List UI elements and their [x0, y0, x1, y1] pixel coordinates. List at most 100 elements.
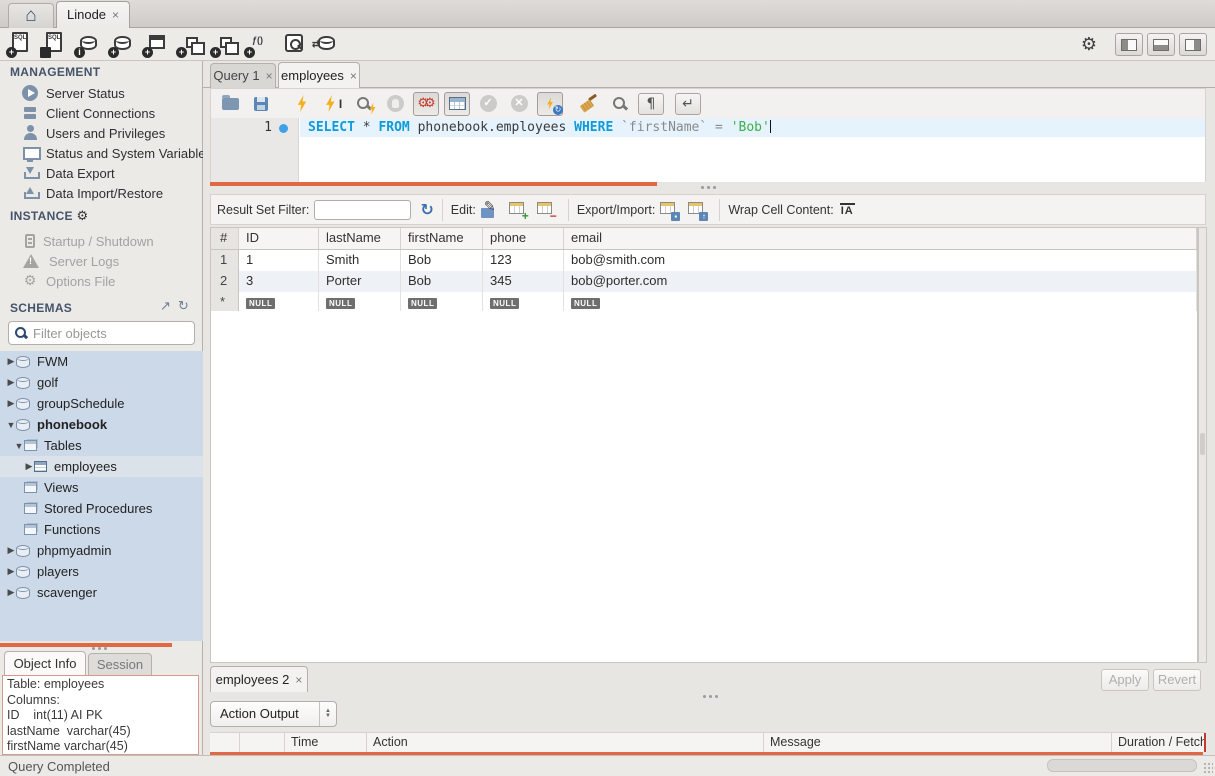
sidebar-item-data-export[interactable]: Data Export	[0, 163, 203, 183]
tree-item-schema[interactable]: ▶ groupSchedule	[0, 393, 203, 414]
chevron-right-icon[interactable]: ▶	[24, 461, 34, 472]
spinner-arrows-icon[interactable]: ▲▼	[319, 702, 336, 726]
chevron-down-icon[interactable]: ▼	[14, 441, 24, 451]
action-output-column[interactable]: Action	[367, 733, 764, 752]
chevron-right-icon[interactable]: ▶	[6, 587, 16, 598]
grid-header-cell[interactable]: lastName	[319, 228, 401, 249]
action-output-column[interactable]: Message	[764, 733, 1112, 752]
sql-code-line[interactable]: SELECT * FROM phonebook.employees WHERE …	[300, 118, 1205, 137]
grid-cell[interactable]: 1	[239, 250, 319, 271]
tree-item-schema[interactable]: ▶ players	[0, 561, 203, 582]
grid-header-cell[interactable]: email	[564, 228, 1197, 249]
toggle-left-panel-button[interactable]	[1115, 33, 1143, 56]
tree-item-table-employees[interactable]: ▶ employees	[0, 456, 203, 477]
grid-cell[interactable]: bob@smith.com	[564, 250, 1197, 271]
grid-header-cell[interactable]: #	[211, 228, 239, 249]
close-icon[interactable]: ×	[112, 8, 119, 22]
sidebar-item-users-privileges[interactable]: Users and Privileges	[0, 123, 203, 143]
create-schema-button[interactable]: +	[108, 31, 138, 57]
tab-session[interactable]: Session	[88, 653, 152, 676]
toggle-stop-on-error-button[interactable]: ⚙⚙	[413, 92, 439, 116]
grid-cell[interactable]: NULL	[239, 292, 319, 311]
close-icon[interactable]: ×	[266, 69, 273, 83]
import-records-button[interactable]: ↑	[686, 201, 708, 219]
toggle-invisible-characters-button[interactable]: ¶	[638, 93, 664, 115]
rollback-button[interactable]: ✕	[506, 92, 532, 116]
stop-query-button[interactable]	[382, 92, 408, 116]
grid-row[interactable]: 2 3 Porter Bob 345 bob@porter.com	[211, 271, 1197, 292]
grid-cell[interactable]: NULL	[564, 292, 1197, 311]
revert-button[interactable]: Revert	[1153, 669, 1201, 691]
grid-cell[interactable]: Porter	[319, 271, 401, 292]
grid-header-cell[interactable]: phone	[483, 228, 564, 249]
sidebar-item-options-file[interactable]: ⚙ Options File	[0, 271, 203, 291]
insert-row-button[interactable]: +	[507, 201, 529, 219]
toggle-word-wrap-button[interactable]: ↵	[675, 93, 701, 115]
action-output-selector[interactable]: Action Output ▲▼	[210, 701, 337, 727]
tree-item-schema[interactable]: ▶ golf	[0, 372, 203, 393]
apply-button[interactable]: Apply	[1101, 669, 1149, 691]
edit-cell-button[interactable]: ✎	[479, 201, 501, 219]
chevron-right-icon[interactable]: ▶	[6, 398, 16, 409]
sidebar-item-server-status[interactable]: Server Status	[0, 83, 203, 103]
tree-item-schema[interactable]: ▶ scavenger	[0, 582, 203, 603]
splitter-grip[interactable]	[701, 186, 716, 189]
sql-editor[interactable]: 1 SELECT * FROM phonebook.employees WHER…	[210, 118, 1206, 182]
action-output-column[interactable]: Duration / Fetch	[1112, 733, 1206, 752]
toggle-autocommit-button[interactable]: ↻	[537, 92, 563, 116]
sidebar-item-client-connections[interactable]: Client Connections	[0, 103, 203, 123]
sidebar-item-data-import[interactable]: Data Import/Restore	[0, 183, 203, 203]
find-button[interactable]	[607, 92, 633, 116]
sidebar-item-startup-shutdown[interactable]: Startup / Shutdown	[0, 231, 203, 251]
chevron-right-icon[interactable]: ▶	[6, 377, 16, 388]
tree-item-schema[interactable]: ▶ phpmyadmin	[0, 540, 203, 561]
tree-item-schema[interactable]: ▶ FWM	[0, 351, 203, 372]
chevron-right-icon[interactable]: ▶	[6, 356, 16, 367]
save-script-button[interactable]	[248, 92, 274, 116]
action-output-column[interactable]: Time	[285, 733, 367, 752]
tab-employees-2[interactable]: employees 2×	[210, 666, 308, 692]
search-data-button[interactable]	[278, 31, 308, 57]
grid-cell[interactable]: bob@porter.com	[564, 271, 1197, 292]
open-sql-script-button[interactable]: SQL	[40, 31, 70, 57]
limit-rows-button[interactable]	[444, 92, 470, 116]
tree-item-schema-phonebook[interactable]: ▼ phonebook	[0, 414, 203, 435]
tab-employees[interactable]: employees×	[278, 62, 360, 88]
create-view-button[interactable]: +	[176, 31, 206, 57]
toggle-right-panel-button[interactable]	[1179, 33, 1207, 56]
resize-grip[interactable]	[1203, 762, 1213, 774]
grid-cell[interactable]: 345	[483, 271, 564, 292]
grid-row[interactable]: 1 1 Smith Bob 123 bob@smith.com	[211, 250, 1197, 271]
schema-filter-input[interactable]	[33, 326, 183, 341]
grid-vertical-scrollbar[interactable]	[1198, 227, 1207, 663]
create-function-button[interactable]: ƒ()+	[244, 31, 274, 57]
beautify-script-button[interactable]	[576, 92, 602, 116]
grid-placeholder-row[interactable]: * NULL NULL NULL NULL NULL	[211, 292, 1197, 311]
explain-plan-button[interactable]	[351, 92, 377, 116]
tree-item-tables-folder[interactable]: ▼ Tables	[0, 435, 203, 456]
home-tab[interactable]: ⌂	[8, 3, 54, 28]
horizontal-scrollbar-thumb[interactable]	[1047, 759, 1197, 772]
tab-object-info[interactable]: Object Info	[4, 651, 86, 676]
grid-cell[interactable]: Bob	[401, 250, 483, 271]
grid-cell[interactable]: Bob	[401, 271, 483, 292]
editor-result-splitter[interactable]	[210, 182, 657, 186]
create-routine-button[interactable]: +	[210, 31, 240, 57]
splitter-grip[interactable]	[92, 647, 107, 650]
open-script-button[interactable]	[217, 92, 243, 116]
sidebar-item-server-logs[interactable]: Server Logs	[0, 251, 203, 271]
reconnect-dbms-button[interactable]: ⇄	[312, 31, 342, 57]
tree-item-stored-procedures-folder[interactable]: Stored Procedures	[0, 498, 203, 519]
execute-current-statement-button[interactable]: I	[320, 92, 346, 116]
chevron-right-icon[interactable]: ▶	[6, 566, 16, 577]
splitter-grip[interactable]	[703, 695, 718, 698]
connection-tab-linode[interactable]: Linode×	[56, 1, 130, 28]
chevron-right-icon[interactable]: ▶	[6, 545, 16, 556]
grid-cell[interactable]: 3	[239, 271, 319, 292]
toggle-bottom-panel-button[interactable]	[1147, 33, 1175, 56]
tree-item-functions-folder[interactable]: Functions	[0, 519, 203, 540]
execute-query-button[interactable]	[289, 92, 315, 116]
grid-header-cell[interactable]: ID	[239, 228, 319, 249]
refresh-schemas-icon[interactable]: ↻	[178, 299, 189, 314]
grid-header-cell[interactable]: firstName	[401, 228, 483, 249]
